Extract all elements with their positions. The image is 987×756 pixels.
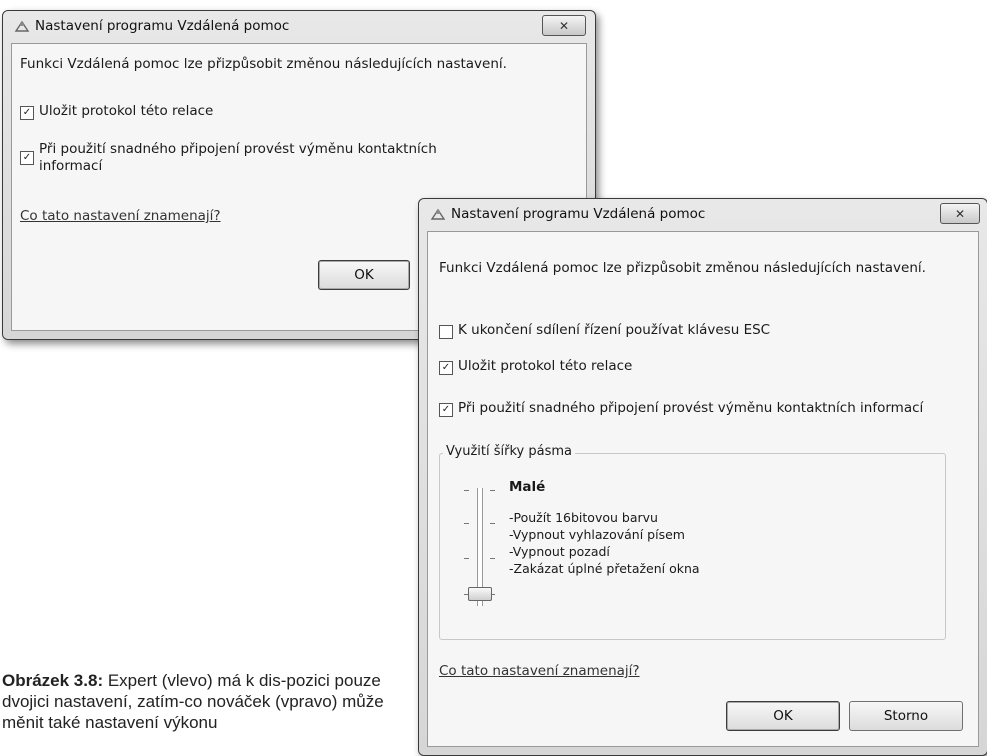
- close-button[interactable]: ✕: [542, 15, 586, 36]
- caption-prefix: Obrázek 3.8:: [2, 671, 104, 690]
- checkbox-box[interactable]: ✓: [20, 106, 34, 120]
- close-button[interactable]: ✕: [940, 203, 980, 224]
- bandwidth-detail: -Zakázat úplné přetažení okna: [509, 561, 700, 576]
- checkbox-label: Uložit protokol této relace: [458, 358, 633, 374]
- check-icon: ✓: [441, 404, 451, 415]
- close-icon: ✕: [954, 206, 966, 221]
- dialog-body: Funkci Vzdálená pomoc lze přizpůsobit zm…: [427, 231, 979, 747]
- checkbox-box[interactable]: ✓: [20, 151, 34, 165]
- ok-button[interactable]: OK: [318, 260, 410, 290]
- ok-button-label: OK: [773, 708, 793, 724]
- help-link[interactable]: Co tato nastavení znamenají?: [20, 208, 221, 224]
- dialog-novice: Nastavení programu Vzdálená pomoc ✕ Funk…: [418, 198, 987, 756]
- bandwidth-detail: -Použít 16bitovou barvu: [509, 510, 658, 525]
- ok-button[interactable]: OK: [726, 701, 840, 731]
- ok-button-label: OK: [354, 267, 374, 283]
- remote-assistance-icon: [13, 17, 31, 35]
- titlebar: Nastavení programu Vzdálená pomoc: [3, 11, 595, 41]
- checkbox-save-log[interactable]: ✓ Uložit protokol této relace: [439, 358, 632, 375]
- close-icon: ✕: [558, 18, 570, 33]
- slider-tick: [490, 558, 495, 559]
- bandwidth-legend: Využití šířky pásma: [443, 444, 575, 459]
- check-icon: ✓: [22, 107, 32, 118]
- checkbox-box[interactable]: [439, 325, 453, 339]
- checkbox-label: Při použití snadného připojení provést v…: [39, 141, 437, 175]
- checkbox-label-line1: Při použití snadného připojení provést v…: [39, 141, 437, 157]
- checkbox-label: Uložit protokol této relace: [39, 103, 214, 119]
- check-icon: ✓: [22, 152, 32, 163]
- bandwidth-detail: -Vypnout vyhlazování písem: [509, 527, 685, 542]
- checkbox-box[interactable]: ✓: [439, 361, 453, 375]
- checkbox-esc-end-sharing[interactable]: K ukončení sdílení řízení používat kláve…: [439, 322, 770, 339]
- slider-tick: [490, 490, 495, 491]
- checkbox-box[interactable]: ✓: [439, 403, 453, 417]
- slider-tick: [464, 558, 469, 559]
- titlebar: Nastavení programu Vzdálená pomoc: [419, 199, 987, 229]
- checkbox-exchange-contacts[interactable]: ✓ Při použití snadného připojení provést…: [20, 141, 437, 175]
- checkbox-label: K ukončení sdílení řízení používat kláve…: [458, 322, 771, 338]
- slider-thumb[interactable]: [468, 587, 492, 601]
- intro-text: Funkci Vzdálená pomoc lze přizpůsobit zm…: [439, 260, 926, 276]
- cancel-button-label: Storno: [883, 708, 929, 724]
- slider-tick: [490, 523, 495, 524]
- bandwidth-detail: -Vypnout pozadí: [509, 544, 610, 559]
- remote-assistance-icon: [429, 205, 447, 223]
- checkbox-save-log[interactable]: ✓ Uložit protokol této relace: [20, 103, 213, 120]
- help-link[interactable]: Co tato nastavení znamenají?: [439, 663, 640, 679]
- check-icon: ✓: [441, 362, 451, 373]
- intro-text: Funkci Vzdálená pomoc lze přizpůsobit zm…: [20, 56, 507, 72]
- window-title: Nastavení programu Vzdálená pomoc: [35, 18, 290, 34]
- figure-caption: Obrázek 3.8: Expert (vlevo) má k dis-poz…: [2, 670, 397, 733]
- slider-tick: [464, 523, 469, 524]
- cancel-button[interactable]: Storno: [849, 701, 963, 731]
- checkbox-label-line2: informací: [39, 158, 103, 174]
- window-title: Nastavení programu Vzdálená pomoc: [451, 206, 706, 222]
- bandwidth-level-title: Malé: [509, 479, 546, 495]
- checkbox-label: Při použití snadného připojení provést v…: [458, 400, 924, 416]
- slider-tick: [464, 490, 469, 491]
- checkbox-exchange-contacts[interactable]: ✓ Při použití snadného připojení provést…: [439, 400, 923, 417]
